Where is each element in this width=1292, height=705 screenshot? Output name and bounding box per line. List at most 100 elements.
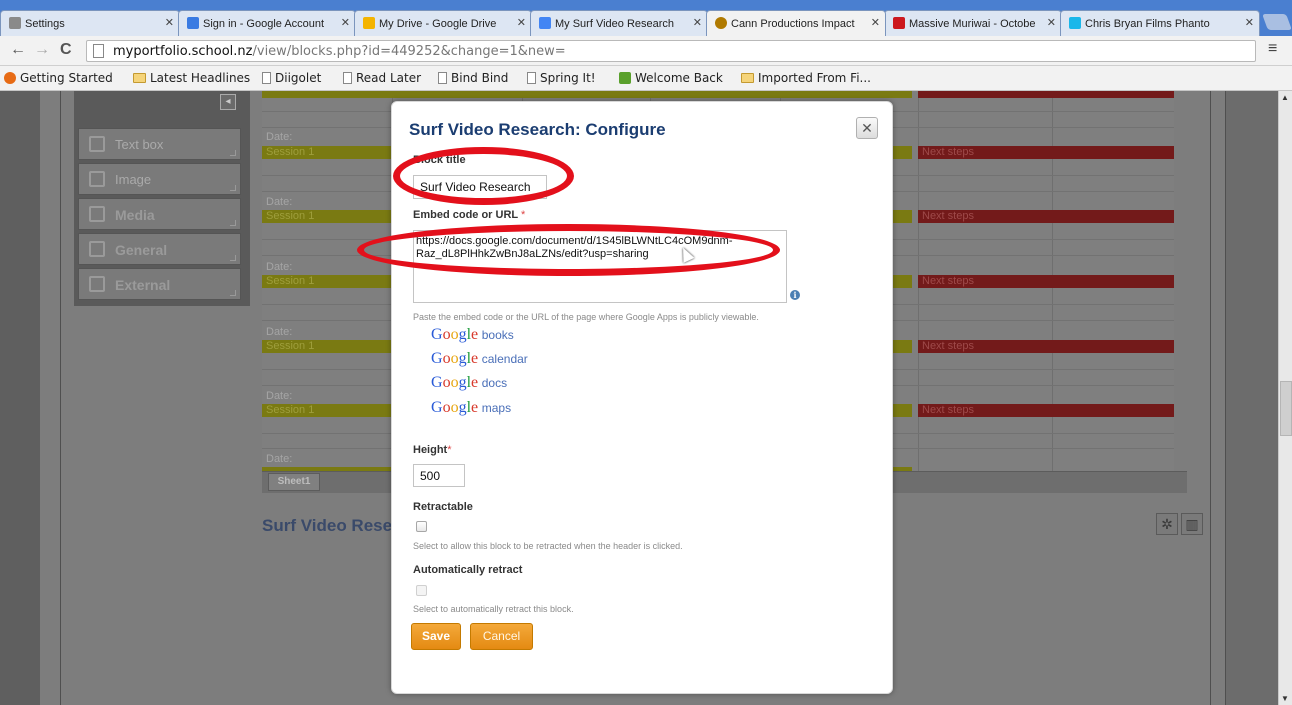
annotation-ellipse	[357, 224, 780, 276]
page-scrollbar[interactable]: ▲ ▼	[1278, 91, 1292, 705]
docs-icon	[539, 17, 551, 29]
folder-icon	[133, 73, 146, 83]
bookmark-bind-bind[interactable]: Bind Bind	[438, 71, 508, 85]
close-tab-icon[interactable]: ✕	[341, 16, 350, 29]
close-tab-icon[interactable]: ✕	[871, 16, 880, 29]
tab-cann-productions[interactable]: Cann Productions Impact ✕	[706, 10, 886, 36]
bookmark-welcome-back[interactable]: Welcome Back	[619, 71, 723, 85]
bookmark-latest-headlines[interactable]: Latest Headlines	[133, 71, 250, 85]
forward-arrow-icon[interactable]: →	[34, 41, 50, 59]
google-g-icon	[187, 17, 199, 29]
dialog-title: Surf Video Research: Configure	[409, 120, 666, 139]
tab-massive-muriwai[interactable]: Massive Muriwai - Octobe ✕	[884, 10, 1062, 36]
divider	[1210, 91, 1211, 705]
divider	[1225, 91, 1226, 705]
google-calendar-logo: Google calendar	[431, 350, 528, 367]
resize-grip	[230, 185, 236, 191]
figure-icon	[715, 17, 727, 29]
next-steps-bar: Next steps	[918, 404, 1174, 417]
next-steps-bar: Next steps	[918, 210, 1174, 223]
folder-icon	[741, 73, 754, 83]
retractable-checkbox[interactable]	[416, 521, 427, 532]
trash-icon[interactable]: ▥	[1181, 513, 1203, 535]
close-tab-icon[interactable]: ✕	[1245, 16, 1254, 29]
image-icon	[89, 171, 105, 187]
menu-icon[interactable]: ≡	[1268, 40, 1277, 58]
close-tab-icon[interactable]: ✕	[165, 16, 174, 29]
page-icon	[93, 44, 104, 58]
bookmark-diigolet[interactable]: Diigolet	[262, 71, 321, 85]
auto-retract-label: Automatically retract	[413, 564, 523, 576]
save-button[interactable]: Save	[411, 623, 461, 650]
page-icon	[438, 72, 447, 84]
bookmark-imported[interactable]: Imported From Fi...	[741, 71, 871, 85]
tool-image[interactable]: Image	[78, 163, 241, 195]
browser-toolbar: ← → C myportfolio.school.nz/view/blocks.…	[0, 36, 1292, 66]
media-icon	[89, 206, 105, 222]
auto-retract-checkbox[interactable]	[416, 585, 427, 596]
resize-grip	[230, 255, 236, 261]
height-input[interactable]	[413, 464, 465, 487]
general-icon	[89, 241, 105, 257]
tool-media[interactable]: Media	[78, 198, 241, 230]
address-bar[interactable]: myportfolio.school.nz/view/blocks.php?id…	[86, 40, 1256, 62]
browser-tab-strip: Settings ✕ Sign in - Google Account ✕ My D…	[0, 0, 1292, 36]
close-dialog-button[interactable]: ✕	[856, 117, 878, 139]
close-tab-icon[interactable]: ✕	[1047, 16, 1056, 29]
page-gutter	[0, 91, 40, 705]
date-label: Date:	[266, 261, 293, 273]
retractable-hint: Select to allow this block to be retract…	[413, 541, 683, 551]
collapse-panel-icon[interactable]: ◂	[220, 94, 236, 110]
tool-text-box[interactable]: Text box	[78, 128, 241, 160]
embed-hint: Paste the embed code or the URL of the p…	[413, 312, 759, 322]
vimeo-icon	[1069, 17, 1081, 29]
height-label: Height*	[413, 444, 452, 456]
tool-external[interactable]: External	[78, 268, 241, 300]
tool-general[interactable]: General	[78, 233, 241, 265]
date-label: Date:	[266, 196, 293, 208]
bookmark-getting-started[interactable]: Getting Started	[4, 71, 113, 85]
gear-icon[interactable]: ✲	[1156, 513, 1178, 535]
close-tab-icon[interactable]: ✕	[693, 16, 702, 29]
resize-grip	[230, 150, 236, 156]
google-docs-logo: Google docs	[431, 374, 508, 391]
block-heading: Surf Video Rese	[262, 516, 393, 535]
tab-settings[interactable]: Settings ✕	[0, 10, 180, 36]
date-label: Date:	[266, 453, 293, 465]
block-controls: ✲ ▥	[1156, 513, 1206, 535]
firefox-icon	[4, 72, 16, 84]
url-text: myportfolio.school.nz/view/blocks.php?id…	[113, 44, 566, 59]
scroll-up-icon[interactable]: ▲	[1281, 93, 1289, 102]
embed-label: Embed code or URL *	[413, 209, 526, 221]
next-steps-bar: Next steps	[918, 275, 1174, 288]
cancel-button[interactable]: Cancel	[470, 623, 533, 650]
drive-icon	[363, 17, 375, 29]
page-icon	[262, 72, 271, 84]
next-steps-bar	[918, 91, 1174, 98]
tab-google-account[interactable]: Sign in - Google Account ✕	[178, 10, 356, 36]
google-books-logo: Google books	[431, 326, 514, 343]
resize-grip	[230, 290, 236, 296]
tab-google-drive[interactable]: My Drive - Google Drive ✕	[354, 10, 532, 36]
reload-icon[interactable]: C	[60, 41, 72, 59]
divider	[60, 91, 61, 705]
back-arrow-icon[interactable]: ←	[10, 41, 26, 59]
tab-chris-bryan[interactable]: Chris Bryan Films Phanto ✕	[1060, 10, 1260, 36]
session-bar	[262, 91, 912, 98]
page-scroll-thumb[interactable]	[1280, 381, 1292, 436]
date-label: Date:	[266, 326, 293, 338]
scroll-down-icon[interactable]: ▼	[1281, 694, 1289, 703]
retractable-label: Retractable	[413, 501, 473, 513]
google-maps-logo: Google maps	[431, 399, 512, 416]
date-label: Date:	[266, 390, 293, 402]
sheet-tab[interactable]: Sheet1	[268, 473, 320, 491]
tab-surf-research[interactable]: My Surf Video Research ✕	[530, 10, 708, 36]
new-tab-button[interactable]	[1262, 14, 1292, 30]
bookmark-spring-it[interactable]: Spring It!	[527, 71, 596, 85]
external-icon	[89, 276, 105, 292]
bookmark-read-later[interactable]: Read Later	[343, 71, 421, 85]
close-tab-icon[interactable]: ✕	[517, 16, 526, 29]
page-icon	[343, 72, 352, 84]
info-icon[interactable]: i	[790, 290, 800, 300]
green-icon	[619, 72, 631, 84]
